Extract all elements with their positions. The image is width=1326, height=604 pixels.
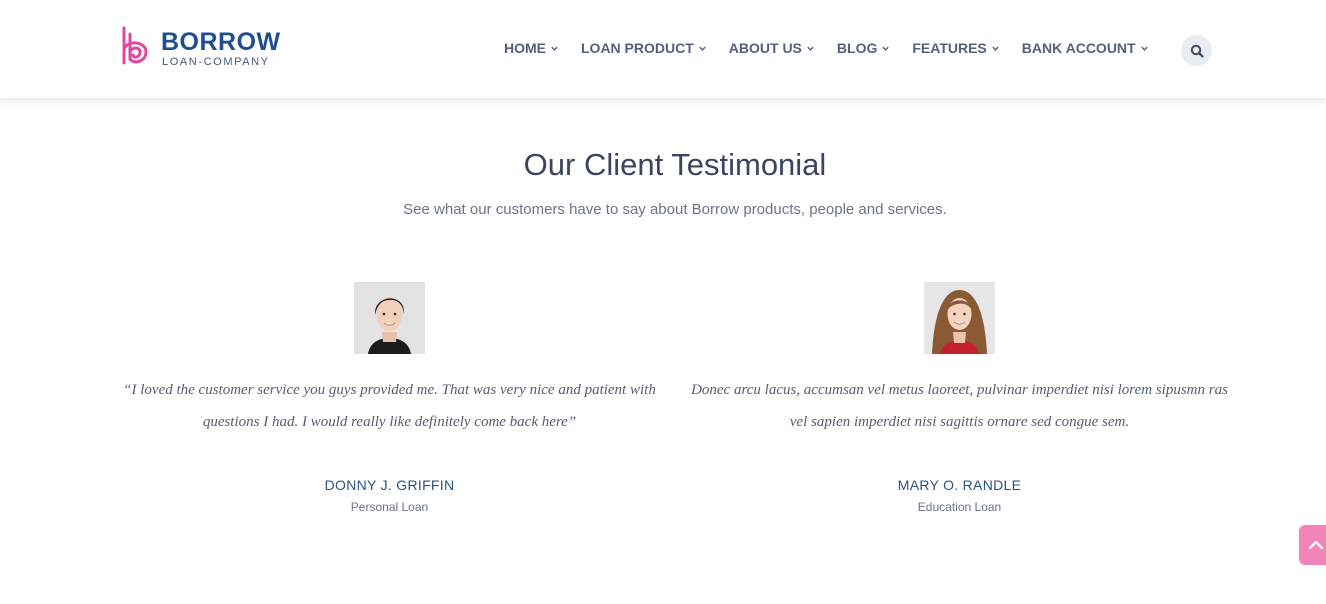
nav-item-bank-account[interactable]: BANK ACCOUNT — [1022, 39, 1149, 57]
nav-item-label: BANK ACCOUNT — [1021, 40, 1136, 56]
nav-item-label: LOAN PRODUCT — [581, 40, 694, 56]
nav-item-label: HOME — [504, 40, 546, 56]
nav-item-label: ABOUT US — [728, 40, 802, 56]
main-nav: HOME LOAN PRODUCT ABOUT US BLOG FEATURES… — [504, 39, 1149, 57]
avatar — [924, 282, 995, 354]
chevron-down-icon — [699, 46, 706, 51]
chevron-up-icon — [1308, 540, 1324, 550]
nav-item-label: FEATURES — [912, 40, 987, 56]
avatar — [354, 282, 425, 354]
nav-item-about-us[interactable]: ABOUT US — [729, 39, 815, 57]
testimonial-quote: Donec arcu lacus, accumsan vel metus lao… — [691, 382, 1228, 430]
nav-item-features[interactable]: FEATURES — [912, 39, 999, 57]
section-title: Our Client Testimonial — [523, 147, 827, 182]
testimonial-author-role: Personal Loan — [350, 500, 429, 514]
section-subtitle: See what our customers have to say about… — [403, 201, 947, 218]
search-icon — [1190, 44, 1204, 58]
nav-item-label: BLOG — [836, 40, 878, 56]
search-button[interactable] — [1181, 35, 1212, 66]
chevron-down-icon — [551, 46, 558, 51]
chevron-down-icon — [1140, 46, 1148, 51]
logo-name: BORROW — [161, 28, 281, 56]
testimonial-author-name: DONNY J. GRIFFIN — [324, 477, 455, 493]
testimonial-quote: “I loved the customer service you guys p… — [123, 382, 656, 430]
testimonial-author-name: MARY O. RANDLE — [897, 477, 1022, 493]
nav-item-loan-product[interactable]: LOAN PRODUCT — [581, 39, 707, 57]
logo-tagline: LOAN-COMPANY — [162, 56, 270, 68]
testimonial-author-role: Education Loan — [917, 500, 1002, 514]
chevron-down-icon — [807, 46, 814, 51]
chevron-down-icon — [992, 46, 999, 51]
chevron-down-icon — [882, 46, 890, 51]
scroll-to-top-button[interactable] — [1299, 525, 1326, 565]
borrow-b-monogram-icon — [122, 26, 148, 65]
nav-item-blog[interactable]: BLOG — [837, 39, 890, 57]
site-header: BORROW LOAN-COMPANY HOME LOAN PRODUCT AB… — [0, 0, 1326, 98]
logo[interactable]: BORROW LOAN-COMPANY — [121, 25, 291, 69]
nav-item-home[interactable]: HOME — [504, 39, 559, 57]
